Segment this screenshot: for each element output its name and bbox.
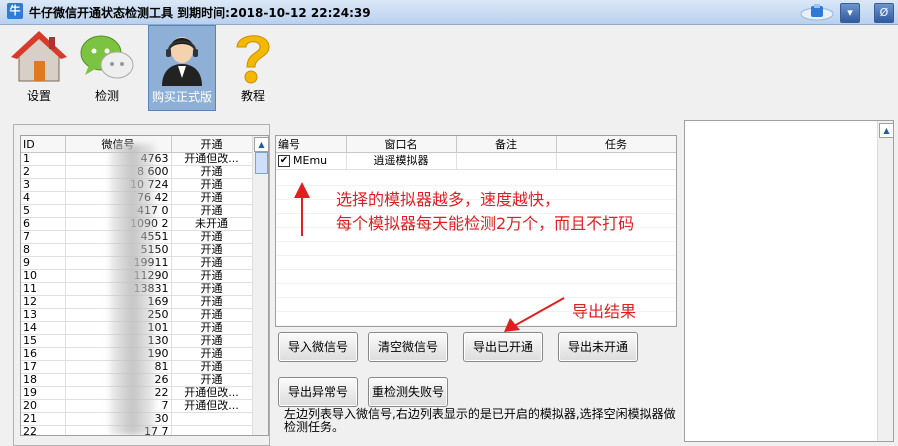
row-status-cell: 开通但改... (171, 152, 253, 166)
account-list[interactable]: ID 微信号 开通 14763开通但改...28 600开通310 724开通4… (20, 135, 269, 436)
row-status-cell: 开通 (171, 295, 253, 309)
row-id-cell: 13 (21, 308, 66, 322)
annotation-text-2: 每个模拟器每天能检测2万个，而且不打码 (336, 214, 635, 233)
row-status-cell: 开通 (171, 308, 253, 322)
toolbar-buy-full[interactable]: 购买正式版 (148, 25, 216, 111)
clear-accounts-button[interactable]: 清空微信号 (368, 332, 448, 362)
row-id-cell: 5 (21, 204, 66, 218)
row-id-cell: 14 (21, 321, 66, 335)
support-agent-icon (162, 37, 202, 86)
toolbar-label: 检测 (94, 89, 119, 103)
cloud-shirt-icon (800, 4, 834, 21)
checkbox[interactable]: ✔ (278, 155, 290, 167)
row-id-cell: 20 (21, 399, 66, 413)
emulator-id-cell: ✔ MEmu (276, 152, 347, 170)
row-id-cell: 2 (21, 165, 66, 179)
account-list-scrollbar[interactable]: ▲ (252, 136, 268, 435)
emulator-table: 编号 窗口名 备注 任务 ✔ MEmu 逍遥模拟器 (276, 136, 676, 170)
col-header-status[interactable]: 开通 (171, 136, 253, 153)
export-abnormal-button[interactable]: 导出异常号 (278, 377, 358, 407)
row-status-cell: 开通 (171, 191, 253, 205)
export-opened-button[interactable]: 导出已开通 (463, 332, 543, 362)
toolbar-label: 教程 (240, 89, 265, 103)
row-id-cell: 21 (21, 412, 66, 426)
row-status-cell: 开通 (171, 321, 253, 335)
toolbar-settings[interactable]: 设置 (6, 25, 72, 109)
row-status-cell: 开通 (171, 243, 253, 257)
row-id-cell: 9 (21, 256, 66, 270)
title-bar: 牛 牛仔微信开通状态检测工具 到期时间:2018-10-12 22:24:39 … (0, 0, 898, 25)
row-status-cell: 开通 (171, 347, 253, 361)
emulator-task-cell (556, 152, 676, 170)
toolbar-label: 设置 (26, 89, 51, 103)
annotation-text-1: 选择的模拟器越多，速度越快， (336, 190, 561, 209)
scroll-thumb[interactable] (255, 152, 268, 174)
row-status-cell: 开通 (171, 204, 253, 218)
col-header-number[interactable]: 编号 (276, 136, 347, 153)
col-header-id[interactable]: ID (21, 136, 66, 153)
row-id-cell: 22 (21, 425, 66, 435)
row-status-cell: 开通 (171, 282, 253, 296)
row-status-cell: 开通 (171, 230, 253, 244)
question-mark-icon (236, 35, 270, 84)
row-id-cell: 6 (21, 217, 66, 231)
redaction-blur (109, 144, 155, 435)
scroll-up-arrow-icon[interactable]: ▲ (254, 137, 268, 152)
main-toolbar: 设置 检测 购买正式版 教程 (0, 25, 898, 113)
house-icon (11, 31, 67, 82)
scroll-up-arrow-icon[interactable]: ▲ (879, 123, 894, 138)
emulator-id: MEmu (293, 154, 328, 167)
row-status-cell: 开通 (171, 269, 253, 283)
row-id-cell: 11 (21, 282, 66, 296)
chat-bubbles-icon (80, 35, 134, 79)
log-panel: ▲ (684, 120, 894, 442)
import-accounts-button[interactable]: 导入微信号 (278, 332, 358, 362)
minimize-button[interactable]: ▾ (840, 3, 860, 23)
recheck-failed-button[interactable]: 重检测失败号 (368, 377, 448, 407)
table-row[interactable]: ✔ MEmu 逍遥模拟器 (276, 152, 676, 170)
row-status-cell: 开通但改... (171, 399, 253, 413)
row-status-cell (171, 425, 253, 435)
toolbar-tutorial[interactable]: 教程 (220, 25, 286, 109)
row-id-cell: 16 (21, 347, 66, 361)
row-id-cell: 7 (21, 230, 66, 244)
close-button[interactable]: Ø (874, 3, 894, 23)
annotation-export-arrow (504, 297, 565, 332)
row-id-cell: 18 (21, 373, 66, 387)
row-id-cell: 19 (21, 386, 66, 400)
toolbar-detect[interactable]: 检测 (74, 25, 140, 109)
row-id-cell: 1 (21, 152, 66, 166)
row-status-cell: 开通 (171, 256, 253, 270)
emulator-window-cell: 逍遥模拟器 (346, 152, 457, 170)
row-id-cell: 3 (21, 178, 66, 192)
row-status-cell: 开通 (171, 373, 253, 387)
row-status-cell: 开通 (171, 360, 253, 374)
window-title: 牛仔微信开通状态检测工具 到期时间:2018-10-12 22:24:39 (29, 6, 371, 20)
log-panel-scrollbar[interactable]: ▲ (877, 121, 894, 441)
row-status-cell (171, 412, 253, 426)
col-header-window[interactable]: 窗口名 (346, 136, 457, 153)
row-status-cell: 开通但改... (171, 386, 253, 400)
row-status-cell: 开通 (171, 165, 253, 179)
row-id-cell: 10 (21, 269, 66, 283)
row-status-cell: 未开通 (171, 217, 253, 231)
col-header-task[interactable]: 任务 (556, 136, 676, 153)
emulator-note-cell (456, 152, 557, 170)
row-status-cell: 开通 (171, 334, 253, 348)
row-id-cell: 17 (21, 360, 66, 374)
app-icon: 牛 (7, 3, 23, 19)
row-status-cell: 开通 (171, 178, 253, 192)
toolbar-label: 购买正式版 (151, 90, 212, 104)
row-id-cell: 8 (21, 243, 66, 257)
row-id-cell: 12 (21, 295, 66, 309)
annotation-export: 导出结果 (572, 302, 637, 321)
col-header-note[interactable]: 备注 (456, 136, 557, 153)
hint-text: 左边列表导入微信号,右边列表显示的是已开启的模拟器,选择空闲模拟器做检测任务。 (284, 407, 676, 434)
row-id-cell: 15 (21, 334, 66, 348)
export-unopened-button[interactable]: 导出未开通 (558, 332, 638, 362)
annotation-up-arrow (294, 182, 310, 236)
row-id-cell: 4 (21, 191, 66, 205)
